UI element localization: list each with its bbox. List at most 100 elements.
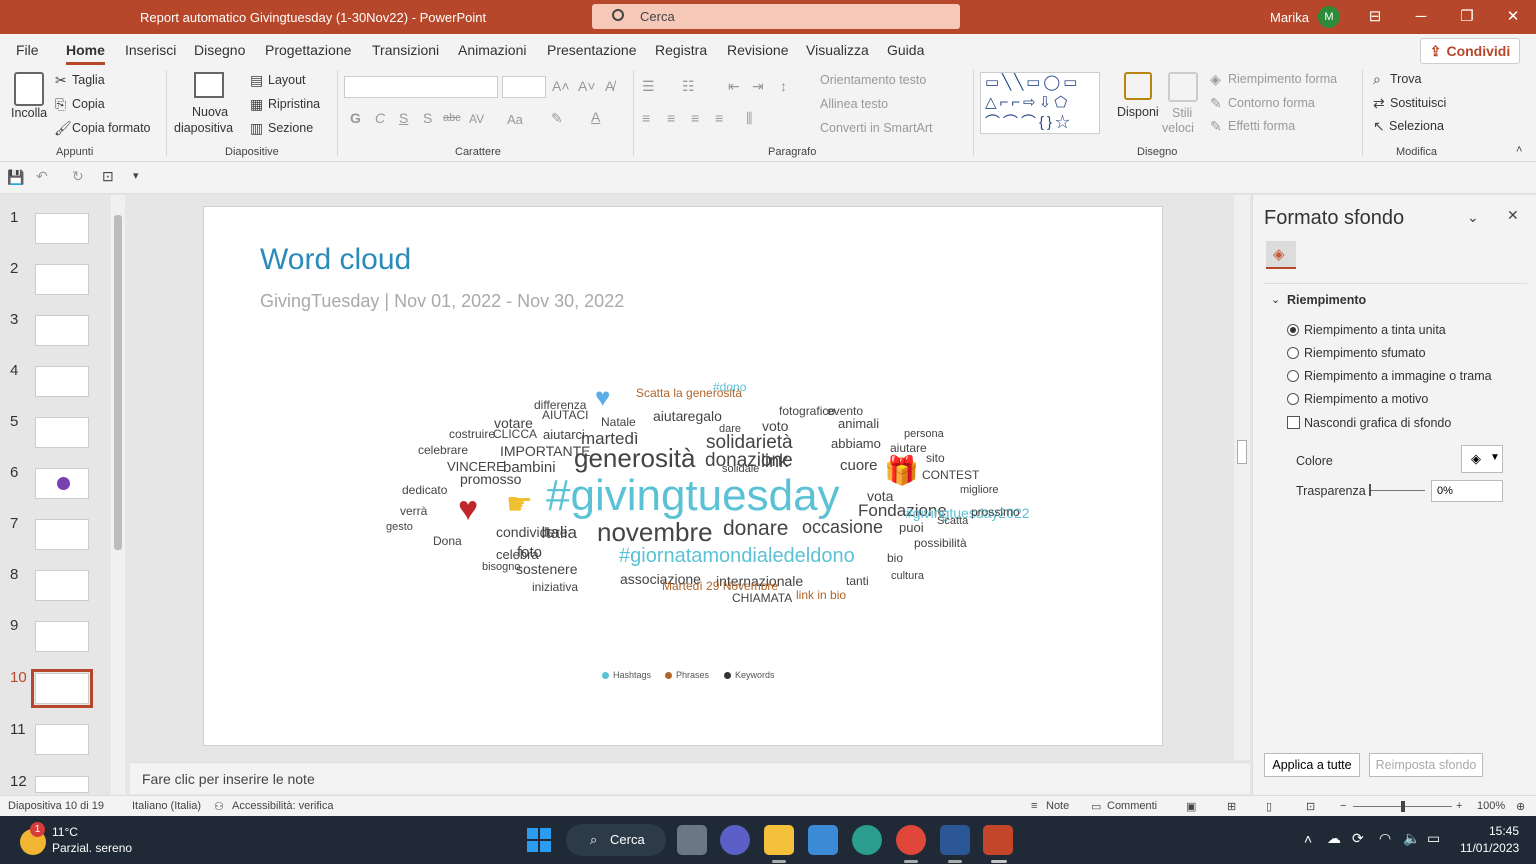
slide-thumbnail[interactable] xyxy=(35,213,89,244)
select-icon[interactable]: ↖ xyxy=(1373,118,1385,135)
weather-temp[interactable]: 11°C xyxy=(52,825,78,839)
tray-expand-icon[interactable]: ˄ xyxy=(1304,831,1312,847)
tab-home[interactable]: Home xyxy=(66,42,105,65)
slide-scrollbar[interactable] xyxy=(1234,195,1250,760)
slide-thumbnail[interactable] xyxy=(35,417,89,448)
reading-view-icon[interactable]: ▯ xyxy=(1266,800,1272,813)
replace-icon[interactable]: ⇄ xyxy=(1373,95,1385,112)
notes-pane[interactable]: Fare clic per inserire le note xyxy=(130,762,1250,794)
comments-icon[interactable]: ▭ xyxy=(1091,800,1101,813)
copy-icon[interactable]: ⎘ xyxy=(55,96,66,113)
radio-gradient-fill[interactable] xyxy=(1287,347,1299,359)
slide-thumbnail[interactable] xyxy=(35,519,89,550)
fill-tab-icon[interactable]: ◈ xyxy=(1266,241,1296,269)
columns-icon[interactable]: ⫼ xyxy=(746,110,752,127)
tab-transitions[interactable]: Transizioni xyxy=(372,42,439,58)
align-left-icon[interactable]: ≡ xyxy=(642,110,650,126)
hide-graphics-label[interactable]: Nascondi grafica di sfondo xyxy=(1304,416,1451,430)
fill-section-header[interactable]: Riempimento xyxy=(1287,293,1366,307)
scroll-thumb[interactable] xyxy=(114,215,122,550)
onedrive-icon[interactable]: ☁ xyxy=(1327,830,1341,847)
radio-solid-fill[interactable] xyxy=(1287,324,1299,336)
tab-view[interactable]: Visualizza xyxy=(806,42,869,58)
volume-icon[interactable]: 🔈 xyxy=(1403,830,1420,847)
arrange-button[interactable]: Disponi xyxy=(1117,105,1159,119)
shape-effects-icon[interactable]: ✎ xyxy=(1210,118,1222,135)
convert-smartart-button[interactable]: Converti in SmartArt xyxy=(820,121,933,135)
find-icon[interactable]: ⌕ xyxy=(1373,71,1381,88)
font-color-icon[interactable]: A xyxy=(591,109,600,125)
slide-thumbnail[interactable] xyxy=(35,621,89,652)
transparency-slider-track[interactable] xyxy=(1369,490,1425,491)
shapes-gallery[interactable]: ▭╲╲▭◯▭ △⌐⌐⇨⇩⬠ ⌒⌒⌒{}☆ xyxy=(980,72,1100,134)
sync-icon[interactable]: ⟳ xyxy=(1352,830,1364,847)
new-slide-label-1[interactable]: Nuova xyxy=(192,105,228,119)
color-picker-button[interactable]: ◈ ▼ xyxy=(1461,445,1503,473)
pane-options-icon[interactable]: ⌄ xyxy=(1467,209,1479,226)
decrease-indent-icon[interactable]: ⇤ xyxy=(728,78,740,95)
normal-view-icon[interactable]: ▣ xyxy=(1186,800,1196,813)
shape-fill-icon[interactable]: ◈ xyxy=(1210,71,1221,88)
notes-icon[interactable]: ≡ xyxy=(1031,800,1037,812)
hide-graphics-checkbox[interactable] xyxy=(1287,416,1300,429)
start-icon[interactable] xyxy=(527,828,551,852)
font-size-field[interactable] xyxy=(502,76,546,98)
section-icon[interactable]: ▥ xyxy=(250,120,263,137)
taskbar-search[interactable]: ⌕ Cerca xyxy=(566,824,666,856)
tab-help[interactable]: Guida xyxy=(887,42,924,58)
transparency-slider-handle[interactable] xyxy=(1369,484,1371,496)
numbering-icon[interactable]: ☷ xyxy=(682,78,695,95)
zoom-level[interactable]: 100% xyxy=(1477,800,1505,812)
replace-button[interactable]: Sostituisci xyxy=(1390,96,1446,110)
chrome-icon[interactable] xyxy=(896,825,926,855)
slide-thumbnail[interactable] xyxy=(35,264,89,295)
notes-toggle[interactable]: Note xyxy=(1046,800,1069,812)
slide-thumbnail[interactable] xyxy=(35,724,89,755)
char-spacing-button[interactable]: AV xyxy=(469,112,484,126)
notes-placeholder[interactable]: Fare clic per inserire le note xyxy=(142,771,315,787)
change-case-button[interactable]: Aa xyxy=(507,112,523,127)
paste-button[interactable]: Incolla xyxy=(11,106,47,120)
new-slide-label-2[interactable]: diapositiva xyxy=(174,121,233,135)
undo-icon[interactable]: ↶ xyxy=(36,168,48,185)
select-button[interactable]: Seleziona xyxy=(1389,119,1444,133)
strikethrough-button[interactable]: abc xyxy=(443,112,461,124)
line-spacing-icon[interactable]: ↕ xyxy=(780,78,787,94)
underline-button[interactable]: S xyxy=(399,110,408,126)
quick-styles-label-1[interactable]: Stili xyxy=(1172,106,1192,120)
minimize-button[interactable]: ─ xyxy=(1410,6,1432,28)
quick-styles-icon[interactable] xyxy=(1168,72,1198,102)
word-cloud[interactable]: ♥ 🎁 ♥ ☛ #givingtuesday generosità novembre… xyxy=(204,207,1164,747)
accessibility-icon[interactable]: ⚇ xyxy=(214,800,224,813)
present-icon[interactable]: ⊡ xyxy=(102,168,114,185)
comments-toggle[interactable]: Commenti xyxy=(1107,800,1157,812)
layout-icon[interactable]: ▤ xyxy=(250,72,263,89)
shape-outline-button[interactable]: Contorno forma xyxy=(1228,96,1315,110)
slide-thumbnail[interactable] xyxy=(35,315,89,346)
avatar[interactable]: M xyxy=(1318,6,1340,28)
shape-fill-button[interactable]: Riempimento forma xyxy=(1228,72,1337,86)
tab-animations[interactable]: Animazioni xyxy=(458,42,526,58)
search-box[interactable]: Cerca xyxy=(592,4,960,29)
user-name[interactable]: Marika xyxy=(1270,10,1309,25)
tab-slideshow[interactable]: Presentazione xyxy=(547,42,637,58)
apply-to-all-button[interactable]: Applica a tutte xyxy=(1264,753,1360,777)
tab-insert[interactable]: Inserisci xyxy=(125,42,176,58)
paste-icon[interactable] xyxy=(14,72,44,106)
new-slide-icon[interactable] xyxy=(194,72,224,98)
shape-effects-button[interactable]: Effetti forma xyxy=(1228,119,1295,133)
slide-sorter-icon[interactable]: ⊞ xyxy=(1227,800,1236,813)
option-pattern-fill[interactable]: Riempimento a motivo xyxy=(1304,392,1428,406)
wifi-icon[interactable]: ◠ xyxy=(1379,830,1391,847)
radio-pattern-fill[interactable] xyxy=(1287,393,1299,405)
layout-button[interactable]: Layout xyxy=(268,73,306,87)
copy-button[interactable]: Copia xyxy=(72,97,105,111)
zoom-out-icon[interactable]: − xyxy=(1340,800,1346,812)
fit-to-window-icon[interactable]: ⊕ xyxy=(1516,800,1525,813)
clock-date[interactable]: 11/01/2023 xyxy=(1460,841,1519,855)
weather-desc[interactable]: Parzial. sereno xyxy=(52,841,132,855)
slide-thumbnail[interactable] xyxy=(35,468,89,499)
slide-thumbnail[interactable] xyxy=(35,570,89,601)
slide-thumbnail-selected[interactable] xyxy=(31,669,93,708)
share-button[interactable]: ⇪ Condividi xyxy=(1420,38,1520,64)
